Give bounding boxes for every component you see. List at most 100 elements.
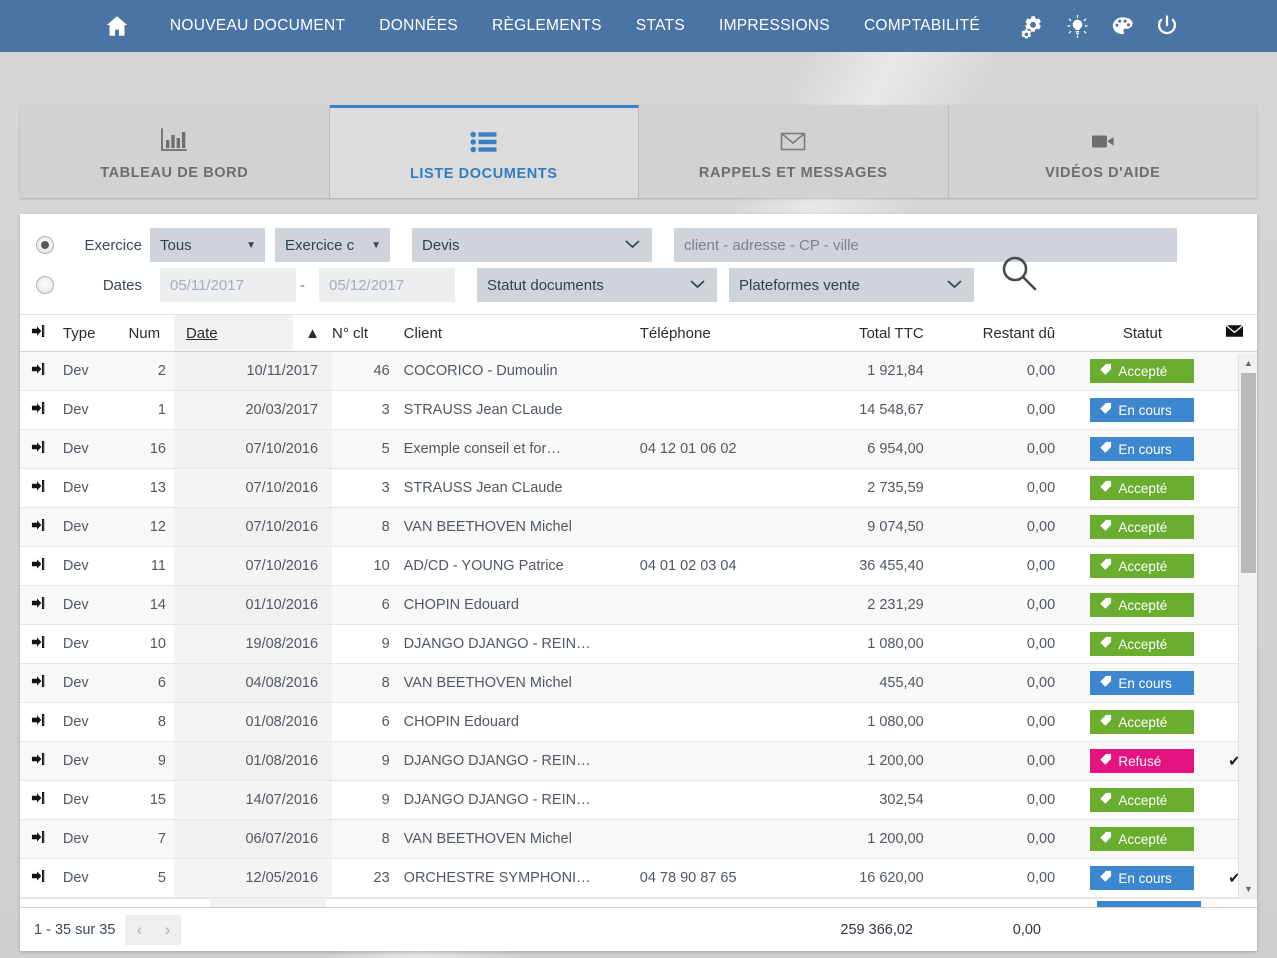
table-row[interactable]: Dev 10 19/08/2016 9 DJANGO DJANGO - REIN… 1 0… [20,624,1257,664]
lightbulb-icon[interactable] [1064,13,1090,39]
table-row[interactable]: Dev 2 10/11/2017 46 COCORICO - Dumoulin 1 921… [20,351,1257,391]
home-icon[interactable] [97,6,137,46]
date-to-input[interactable] [319,268,455,302]
exercice-select[interactable]: Tous ▼ [150,228,265,262]
table-row[interactable]: Dev 9 01/08/2016 9 DJANGO DJANGO - REIN… 1 20… [20,741,1257,781]
palette-icon[interactable] [1109,13,1135,39]
scroll-down-arrow-icon[interactable]: ▼ [1239,880,1258,898]
header-total-ttc[interactable]: Total TTC [796,315,940,352]
tab-tableau-de-bord[interactable]: TABLEAU DE BORD [20,105,330,198]
status-badge[interactable]: En cours [1090,671,1195,695]
status-badge[interactable]: Accepté [1090,632,1195,656]
nav-item-stats[interactable]: STATS [619,0,702,52]
row-open-document-button[interactable] [20,468,55,508]
cell-num: 5 [116,858,174,898]
header-num[interactable]: Num [116,315,174,352]
header-numero-client[interactable]: N° clt [332,315,396,352]
search-button[interactable] [996,252,1042,298]
open-document-icon [31,362,46,380]
header-client[interactable]: Client [395,315,632,352]
row-open-document-button[interactable] [20,351,55,391]
table-row[interactable]: Dev 7 06/07/2016 8 VAN BEETHOVEN Michel 1 200… [20,819,1257,859]
scroll-up-arrow-icon[interactable]: ▲ [1239,354,1258,372]
row-open-document-button[interactable] [20,546,55,586]
status-badge[interactable]: En cours [1090,437,1195,461]
header-date[interactable]: Date [173,315,294,352]
table-row[interactable]: Dev 16 07/10/2016 5 Exemple conseil et for… 0… [20,429,1257,469]
pagination-next-button[interactable]: › [153,914,182,945]
radio-dates[interactable] [36,276,54,294]
cell-restant-du: 0,00 [939,858,1074,898]
status-badge[interactable]: Accepté [1090,788,1195,812]
table-vertical-scrollbar[interactable]: ▲ ▼ [1238,354,1257,898]
row-open-document-button[interactable] [20,858,55,898]
nav-item-impressions[interactable]: IMPRESSIONS [702,0,847,52]
date-from-input[interactable] [160,268,296,302]
table-row[interactable]: Dev 11 07/10/2016 10 AD/CD - YOUNG Patrice 04… [20,546,1257,586]
row-open-document-button[interactable] [20,429,55,469]
row-open-document-button[interactable] [20,624,55,664]
row-open-document-button[interactable] [20,390,55,430]
exercice-comptable-select[interactable]: Exercice c ▼ [275,228,390,262]
table-row[interactable]: Dev 1 20/03/2017 3 STRAUSS Jean CLaude 14 548… [20,390,1257,430]
table-row[interactable]: Dev 13 07/10/2016 3 STRAUSS Jean CLaude 2 735… [20,468,1257,508]
list-icon [470,124,498,154]
header-mail [1211,315,1257,352]
status-badge[interactable]: Accepté [1090,593,1195,617]
status-badge[interactable]: Accepté [1090,554,1195,578]
nav-item-comptabilite[interactable]: COMPTABILITÉ [847,0,997,52]
table-row[interactable]: Dev 14 01/10/2016 6 CHOPIN Edouard 2 231,29 0,… [20,585,1257,625]
tag-icon [1099,636,1112,652]
row-open-document-button[interactable] [20,663,55,703]
row-open-document-button[interactable] [20,507,55,547]
table-row[interactable]: Dev 8 01/08/2016 6 CHOPIN Edouard 1 080,00 0,0… [20,702,1257,742]
header-statut[interactable]: Statut [1073,315,1212,352]
tab-liste-documents[interactable]: LISTE DOCUMENTS [329,105,639,198]
status-badge-label: Accepté [1118,597,1168,613]
row-open-document-button[interactable] [20,819,55,859]
chevron-down-icon [689,277,706,294]
cell-statut: En cours [1073,663,1212,703]
cell-num: 16 [116,429,174,469]
header-telephone[interactable]: Téléphone [631,315,796,352]
document-type-select[interactable]: Devis [412,228,652,262]
status-badge[interactable]: Refusé [1090,749,1195,773]
row-open-document-button[interactable] [20,702,55,742]
status-badge[interactable]: Accepté [1090,359,1195,383]
row-open-document-button[interactable] [20,780,55,820]
tag-icon [1099,402,1112,418]
header-type[interactable]: Type [54,315,117,352]
power-icon[interactable] [1154,13,1180,39]
nav-item-reglements[interactable]: RÈGLEMENTS [475,0,619,52]
nav-item-donnees[interactable]: DONNÉES [362,0,475,52]
tab-rappels-et-messages[interactable]: RAPPELS ET MESSAGES [639,105,949,198]
scrollbar-thumb[interactable] [1241,373,1256,573]
status-badge[interactable]: Accepté [1090,710,1195,734]
table-row[interactable]: Dev 12 07/10/2016 8 VAN BEETHOVEN Michel 9 07… [20,507,1257,547]
status-badge[interactable]: Accepté [1090,827,1195,851]
status-badge[interactable]: Accepté [1090,476,1195,500]
tab-videos-daide[interactable]: VIDÉOS D'AIDE [948,105,1257,198]
statut-documents-select[interactable]: Statut documents [477,268,717,302]
partial-row-clipped [20,898,1257,907]
open-document-icon [31,557,46,575]
radio-exercice[interactable] [36,236,54,254]
client-search-input[interactable] [674,228,1177,262]
pagination-prev-button[interactable]: ‹ [125,914,154,945]
cell-restant-du: 0,00 [939,624,1074,664]
status-badge[interactable]: En cours [1090,398,1195,422]
nav-item-nouveau-document[interactable]: NOUVEAU DOCUMENT [153,0,362,52]
table-row[interactable]: Dev 6 04/08/2016 8 VAN BEETHOVEN Michel 455,4… [20,663,1257,703]
status-badge[interactable]: Accepté [1090,515,1195,539]
header-restant-du[interactable]: Restant dû [939,315,1074,352]
cell-type: Dev [54,507,117,547]
row-open-document-button[interactable] [20,741,55,781]
table-row[interactable]: Dev 15 14/07/2016 9 DJANGO DJANGO - REIN… 302… [20,780,1257,820]
tag-icon [1099,675,1112,691]
table-row[interactable]: Dev 5 12/05/2016 23 ORCHESTRE SYMPHONI… 04 78… [20,858,1257,898]
cell-date: 01/08/2016 [173,702,333,742]
status-badge[interactable]: En cours [1090,866,1195,890]
row-open-document-button[interactable] [20,585,55,625]
plateformes-vente-select[interactable]: Plateformes vente [729,268,974,302]
gears-icon[interactable] [1019,13,1045,39]
